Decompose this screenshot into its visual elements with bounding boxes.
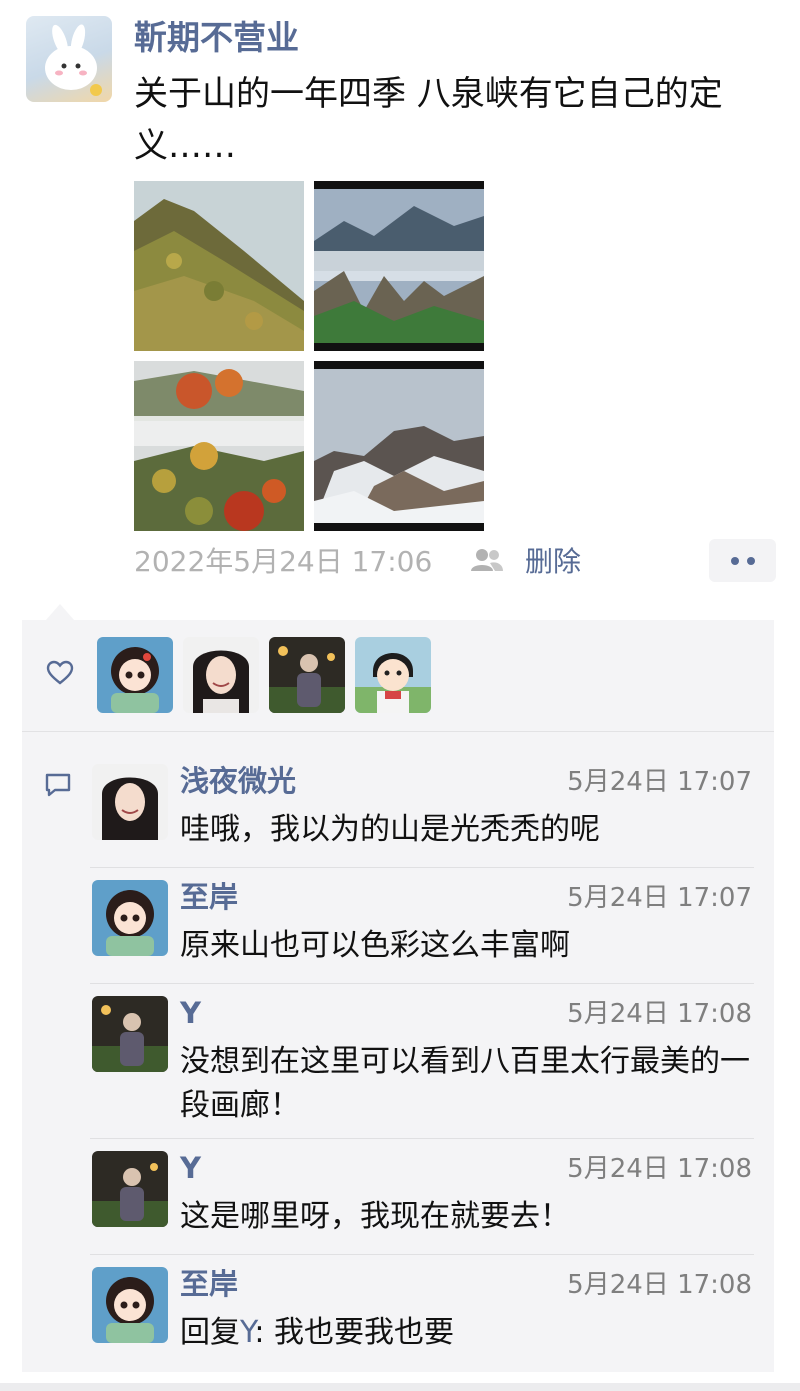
more-dots-icon xyxy=(730,556,739,565)
panel-pointer xyxy=(46,604,74,620)
comment-time: 5月24日 17:08 xyxy=(567,999,752,1029)
comment-divider xyxy=(90,867,754,868)
post-photo-4[interactable] xyxy=(314,361,484,531)
comment-author[interactable]: Y xyxy=(180,1147,201,1189)
comment-divider xyxy=(90,983,754,984)
comment-avatar[interactable] xyxy=(92,1267,168,1343)
comment-avatar[interactable] xyxy=(92,764,168,840)
comment-time: 5月24日 17:07 xyxy=(567,883,752,913)
post-timestamp: 2022年5月24日 17:06 xyxy=(134,545,433,578)
comment-author[interactable]: 至岸 xyxy=(180,876,238,918)
heart-icon xyxy=(46,660,74,690)
likes-divider xyxy=(22,731,774,732)
more-button[interactable] xyxy=(709,539,776,582)
comment-author[interactable]: Y xyxy=(180,992,201,1034)
reply-prefix: 回复 xyxy=(180,1315,240,1350)
comment-author[interactable]: 至岸 xyxy=(180,1263,238,1305)
comment-text: 回复Y: 我也要我也要 xyxy=(180,1311,750,1355)
comment-avatar[interactable] xyxy=(92,996,168,1072)
like-avatar-1[interactable] xyxy=(97,637,173,713)
comment-icon xyxy=(44,772,72,802)
post-text: 关于山的一年四季 八泉峡有它自己的定义…… xyxy=(134,74,723,166)
comment-avatar[interactable] xyxy=(92,1151,168,1227)
poster-avatar[interactable] xyxy=(26,16,112,102)
comment-time: 5月24日 17:08 xyxy=(567,1270,752,1300)
post-photo-1[interactable] xyxy=(134,181,304,351)
comment-avatar[interactable] xyxy=(92,880,168,956)
like-avatar-3[interactable] xyxy=(269,637,345,713)
delete-link[interactable]: 删除 xyxy=(525,540,581,584)
like-avatar-4[interactable] xyxy=(355,637,431,713)
reply-target[interactable]: Y xyxy=(240,1315,254,1350)
comment-time: 5月24日 17:08 xyxy=(567,1154,752,1184)
like-avatar-2[interactable] xyxy=(183,637,259,713)
comment-text: 这是哪里呀，我现在就要去！ xyxy=(180,1199,570,1234)
comment-text: 哇哦，我以为的山是光秃秃的呢 xyxy=(180,812,600,847)
comment-time: 5月24日 17:07 xyxy=(567,767,752,797)
bottom-edge xyxy=(0,1383,800,1391)
comment-text: 没想到在这里可以看到八百里太行最美的一段画廊！ xyxy=(180,1044,750,1123)
comment-divider xyxy=(90,1138,754,1139)
people-icon[interactable] xyxy=(470,547,504,577)
comment-divider xyxy=(90,1254,754,1255)
comment-author[interactable]: 浅夜微光 xyxy=(180,760,296,802)
comment-text: 原来山也可以色彩这么丰富啊 xyxy=(180,928,570,963)
post-photo-2[interactable] xyxy=(314,181,484,351)
reply-text: : 我也要我也要 xyxy=(254,1315,454,1350)
poster-name[interactable]: 靳期不营业 xyxy=(134,14,299,62)
post-photo-3[interactable] xyxy=(134,361,304,531)
